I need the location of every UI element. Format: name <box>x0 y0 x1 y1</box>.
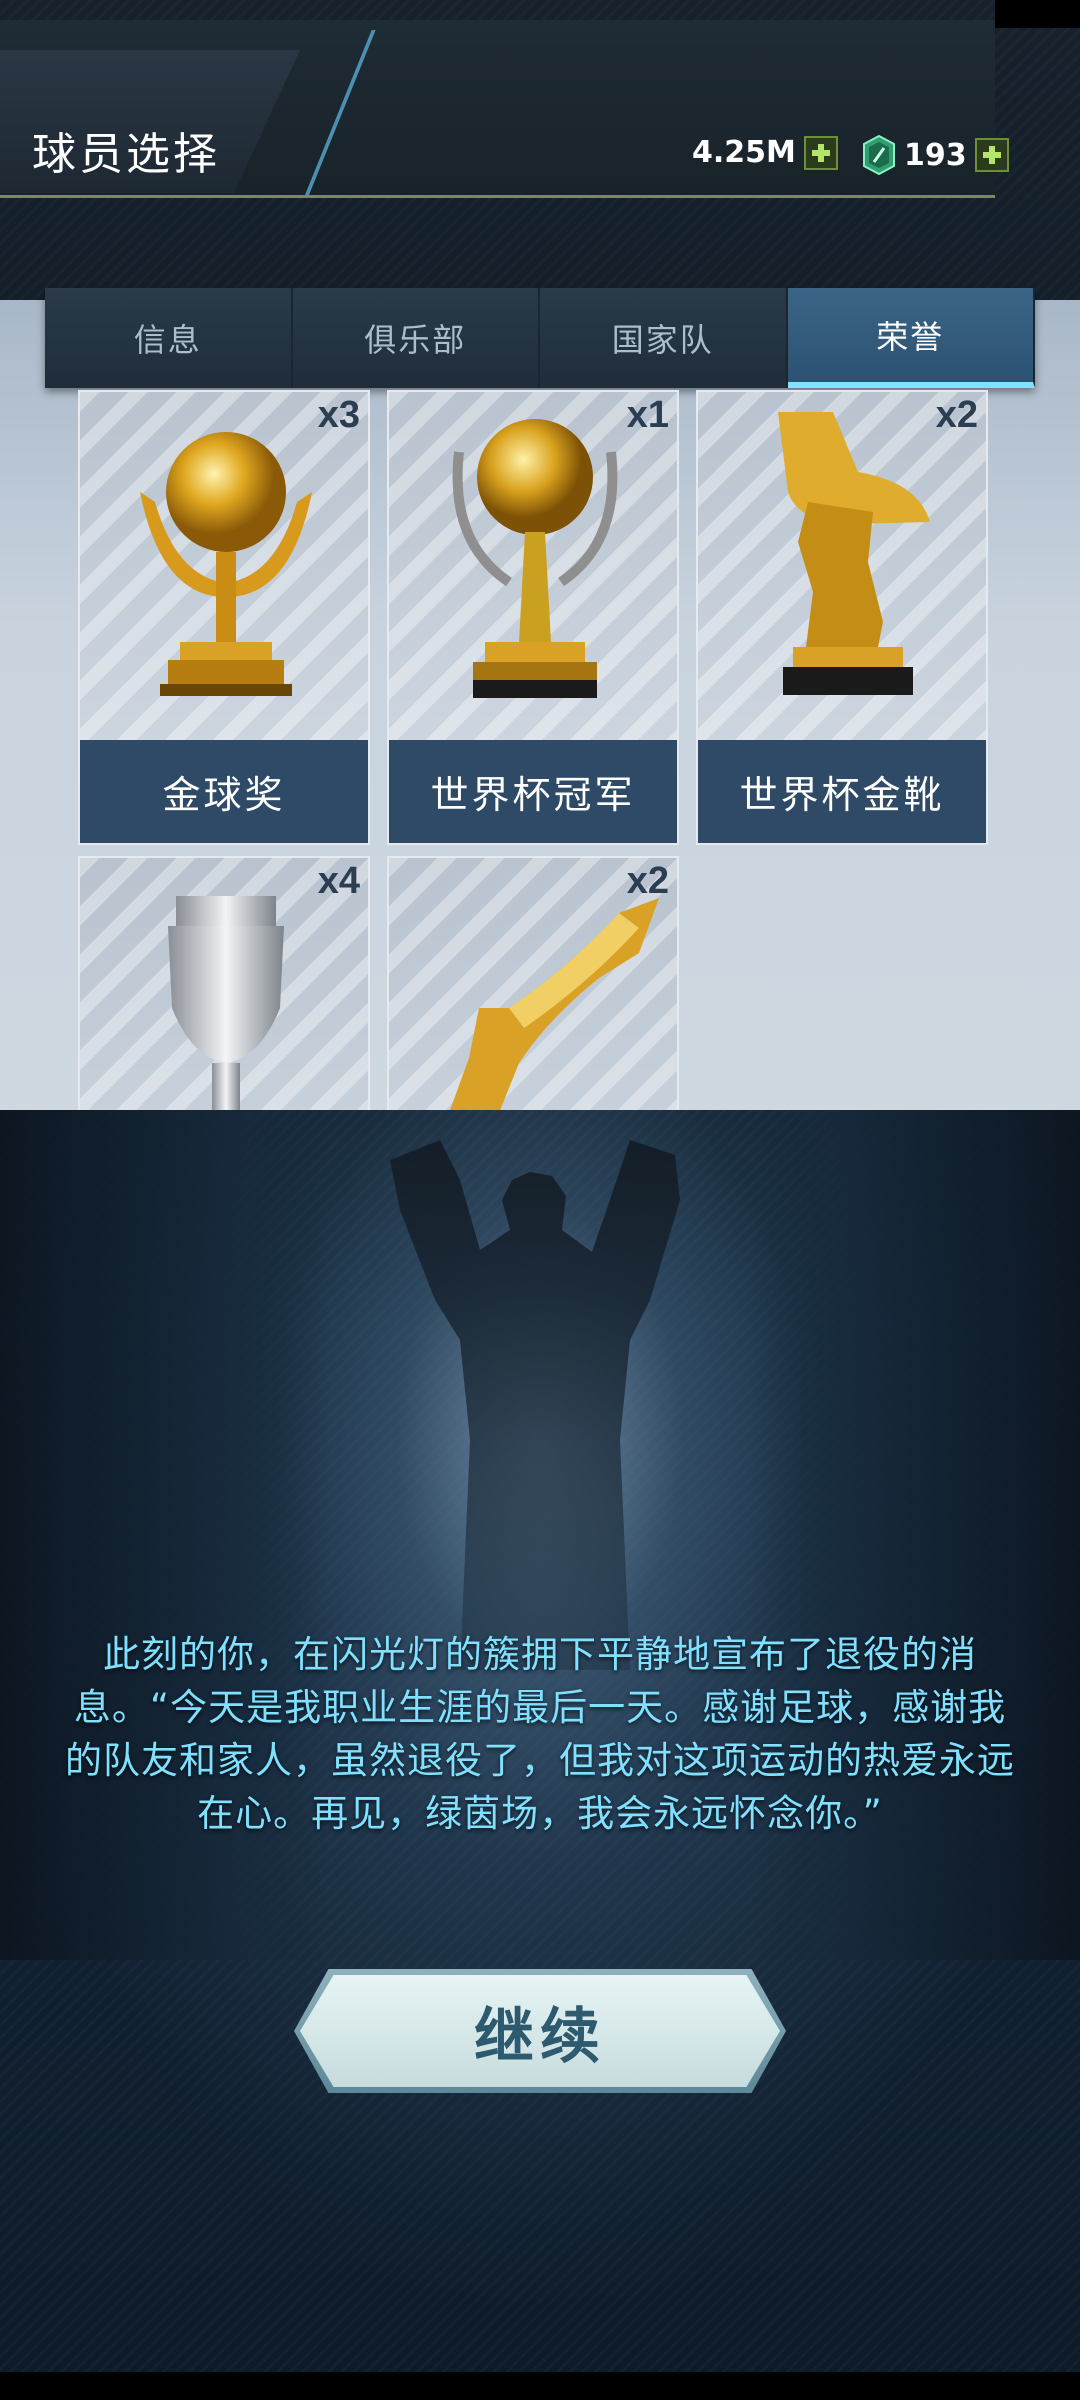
honor-card-golden-boot[interactable]: x2 世界杯金靴 <box>696 390 988 845</box>
tab-club[interactable]: 俱乐部 <box>292 288 540 388</box>
golden-ball-trophy-icon <box>140 432 312 696</box>
honor-count: x3 <box>317 394 360 436</box>
honor-name: 金球奖 <box>80 740 368 843</box>
retirement-story-text: 此刻的你，在闪光灯的簇拥下平静地宣布了退役的消息。“今天是我职业生涯的最后一天。… <box>65 1633 1015 1835</box>
tab-honors[interactable]: 荣誉 <box>787 288 1035 388</box>
tab-national-team[interactable]: 国家队 <box>540 288 788 388</box>
gems-amount: 193 <box>904 137 967 173</box>
player-silhouette <box>390 1140 680 1670</box>
gem-icon <box>863 135 895 175</box>
honor-card-silver-cup[interactable]: x4 <box>78 856 370 1110</box>
honor-count: x2 <box>626 860 669 902</box>
honor-card-golden-ball[interactable]: x3 金球奖 <box>78 390 370 845</box>
continue-label: 继续 <box>474 2001 606 2072</box>
continue-button[interactable]: 继续 <box>300 1975 780 2087</box>
honor-name: 世界杯冠军 <box>389 740 677 843</box>
honor-count: x1 <box>626 394 669 436</box>
honor-card-golden-boot-2[interactable]: x2 <box>387 856 679 1110</box>
honor-card-world-cup[interactable]: x1 世界杯冠军 <box>387 390 679 845</box>
add-gems-button[interactable] <box>974 138 1009 172</box>
honor-count: x4 <box>317 860 360 902</box>
world-cup-trophy-icon <box>452 419 618 698</box>
tab-info[interactable]: 信息 <box>45 288 293 388</box>
gems-display: 193 <box>862 135 1009 175</box>
tab-bar: 信息 俱乐部 国家队 荣誉 <box>45 288 1035 388</box>
golden-boot-trophy-icon <box>778 412 930 695</box>
honors-grid: x3 金球奖 x1 世界杯冠军 x2 世界杯金靴 x4 x2 <box>0 388 1080 1110</box>
add-coins-button[interactable] <box>803 135 838 170</box>
navigation-bar <box>0 2372 1080 2400</box>
page-title: 球员选择 <box>32 129 220 180</box>
coins-display: 4.25M <box>692 135 838 170</box>
status-strip <box>995 0 1080 28</box>
coins-amount: 4.25M <box>692 135 796 170</box>
honor-name: 世界杯金靴 <box>698 740 986 843</box>
honor-count: x2 <box>935 394 978 436</box>
